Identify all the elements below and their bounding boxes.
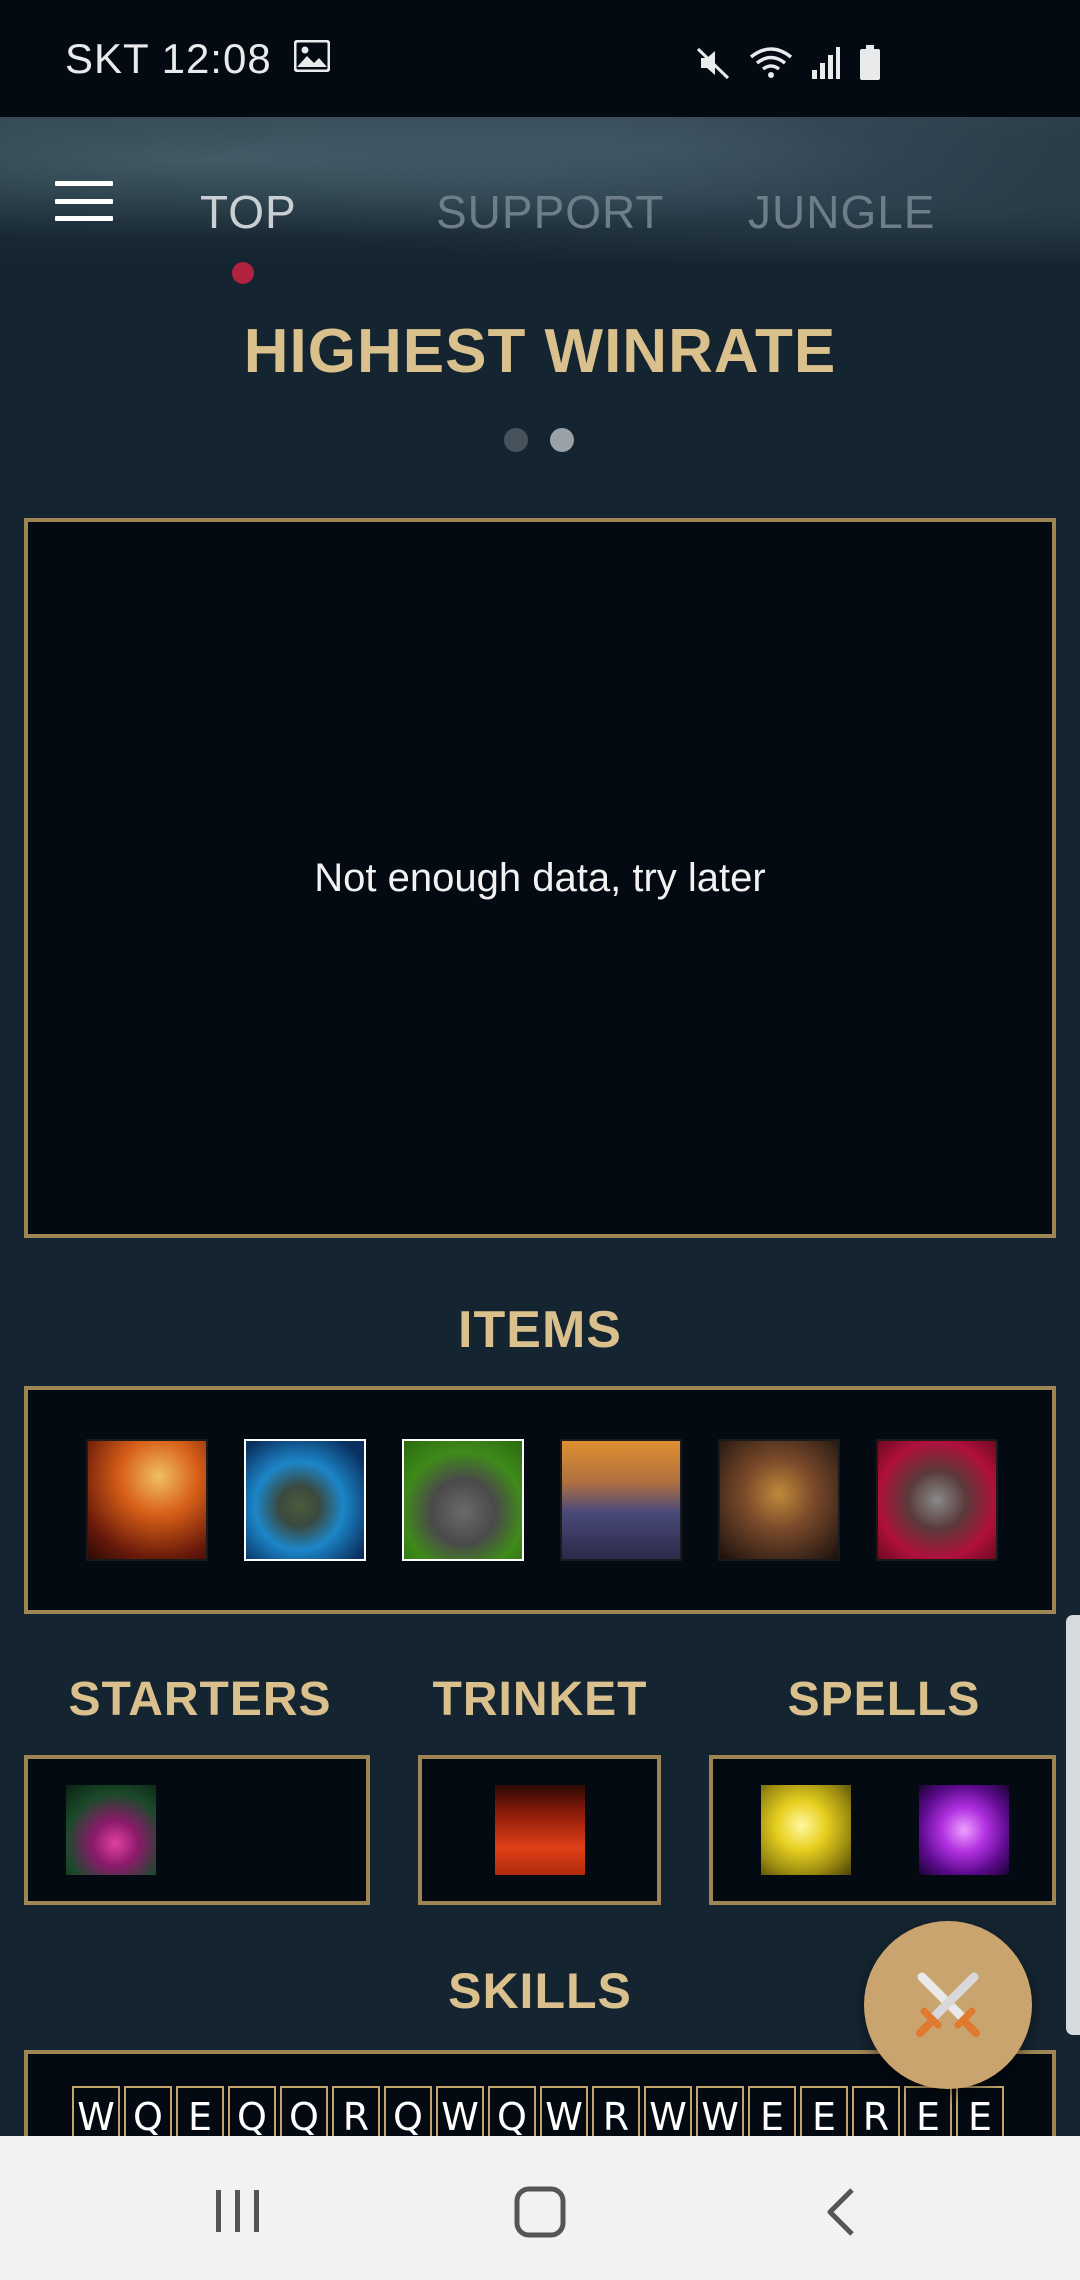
trinket-panel <box>418 1755 661 1905</box>
spirit-visage-icon[interactable] <box>560 1439 682 1561</box>
tab-top[interactable]: TOP <box>200 185 297 239</box>
status-right <box>695 45 881 86</box>
pager-dot-1[interactable] <box>504 428 528 452</box>
header-banner: TOP SUPPORT JUNGLE <box>0 117 1080 262</box>
build-panel: Not enough data, try later <box>24 518 1056 1238</box>
recent-apps-icon[interactable] <box>214 2188 262 2239</box>
gargoyle-stoneplate-icon[interactable] <box>876 1439 998 1561</box>
tab-jungle[interactable]: JUNGLE <box>748 185 935 239</box>
warmogs-armor-icon[interactable] <box>402 1439 524 1561</box>
status-carrier-time: SKT 12:08 <box>65 34 272 82</box>
fab-button[interactable] <box>864 1921 1032 2089</box>
status-bar: SKT 12:08 <box>0 0 1080 117</box>
wifi-icon <box>749 45 793 86</box>
mercury-treads-icon[interactable] <box>244 1439 366 1561</box>
back-icon[interactable] <box>824 2186 858 2243</box>
signal-icon <box>811 46 841 85</box>
scrollbar-handle[interactable] <box>1066 1615 1080 2035</box>
pager-dot-2[interactable] <box>550 428 574 452</box>
deadmans-plate-icon[interactable] <box>718 1439 840 1561</box>
flash-icon[interactable] <box>761 1785 851 1875</box>
status-left: SKT 12:08 <box>65 34 331 83</box>
gallery-icon <box>293 39 331 77</box>
items-title: ITEMS <box>458 1301 622 1359</box>
tab-support[interactable]: SUPPORT <box>436 185 665 239</box>
corrupting-potion-icon[interactable] <box>66 1785 156 1875</box>
battery-icon <box>859 45 881 86</box>
pager-dots <box>504 428 574 452</box>
spells-panel <box>709 1755 1056 1905</box>
menu-icon[interactable] <box>55 181 113 221</box>
starters-panel <box>24 1755 370 1905</box>
teleport-icon[interactable] <box>919 1785 1009 1875</box>
spells-title: SPELLS <box>787 1673 981 1726</box>
items-panel <box>24 1386 1056 1614</box>
no-data-message: Not enough data, try later <box>314 855 766 900</box>
mute-icon <box>695 45 731 86</box>
build-title: HIGHEST WINRATE <box>243 317 837 386</box>
sunfire-cape-icon[interactable] <box>86 1439 208 1561</box>
home-icon[interactable] <box>514 2186 566 2243</box>
active-tab-indicator <box>232 262 254 284</box>
crossed-swords-icon <box>908 1963 988 2048</box>
system-nav-bar <box>0 2136 1080 2280</box>
oracle-lens-icon[interactable] <box>494 1785 585 1875</box>
